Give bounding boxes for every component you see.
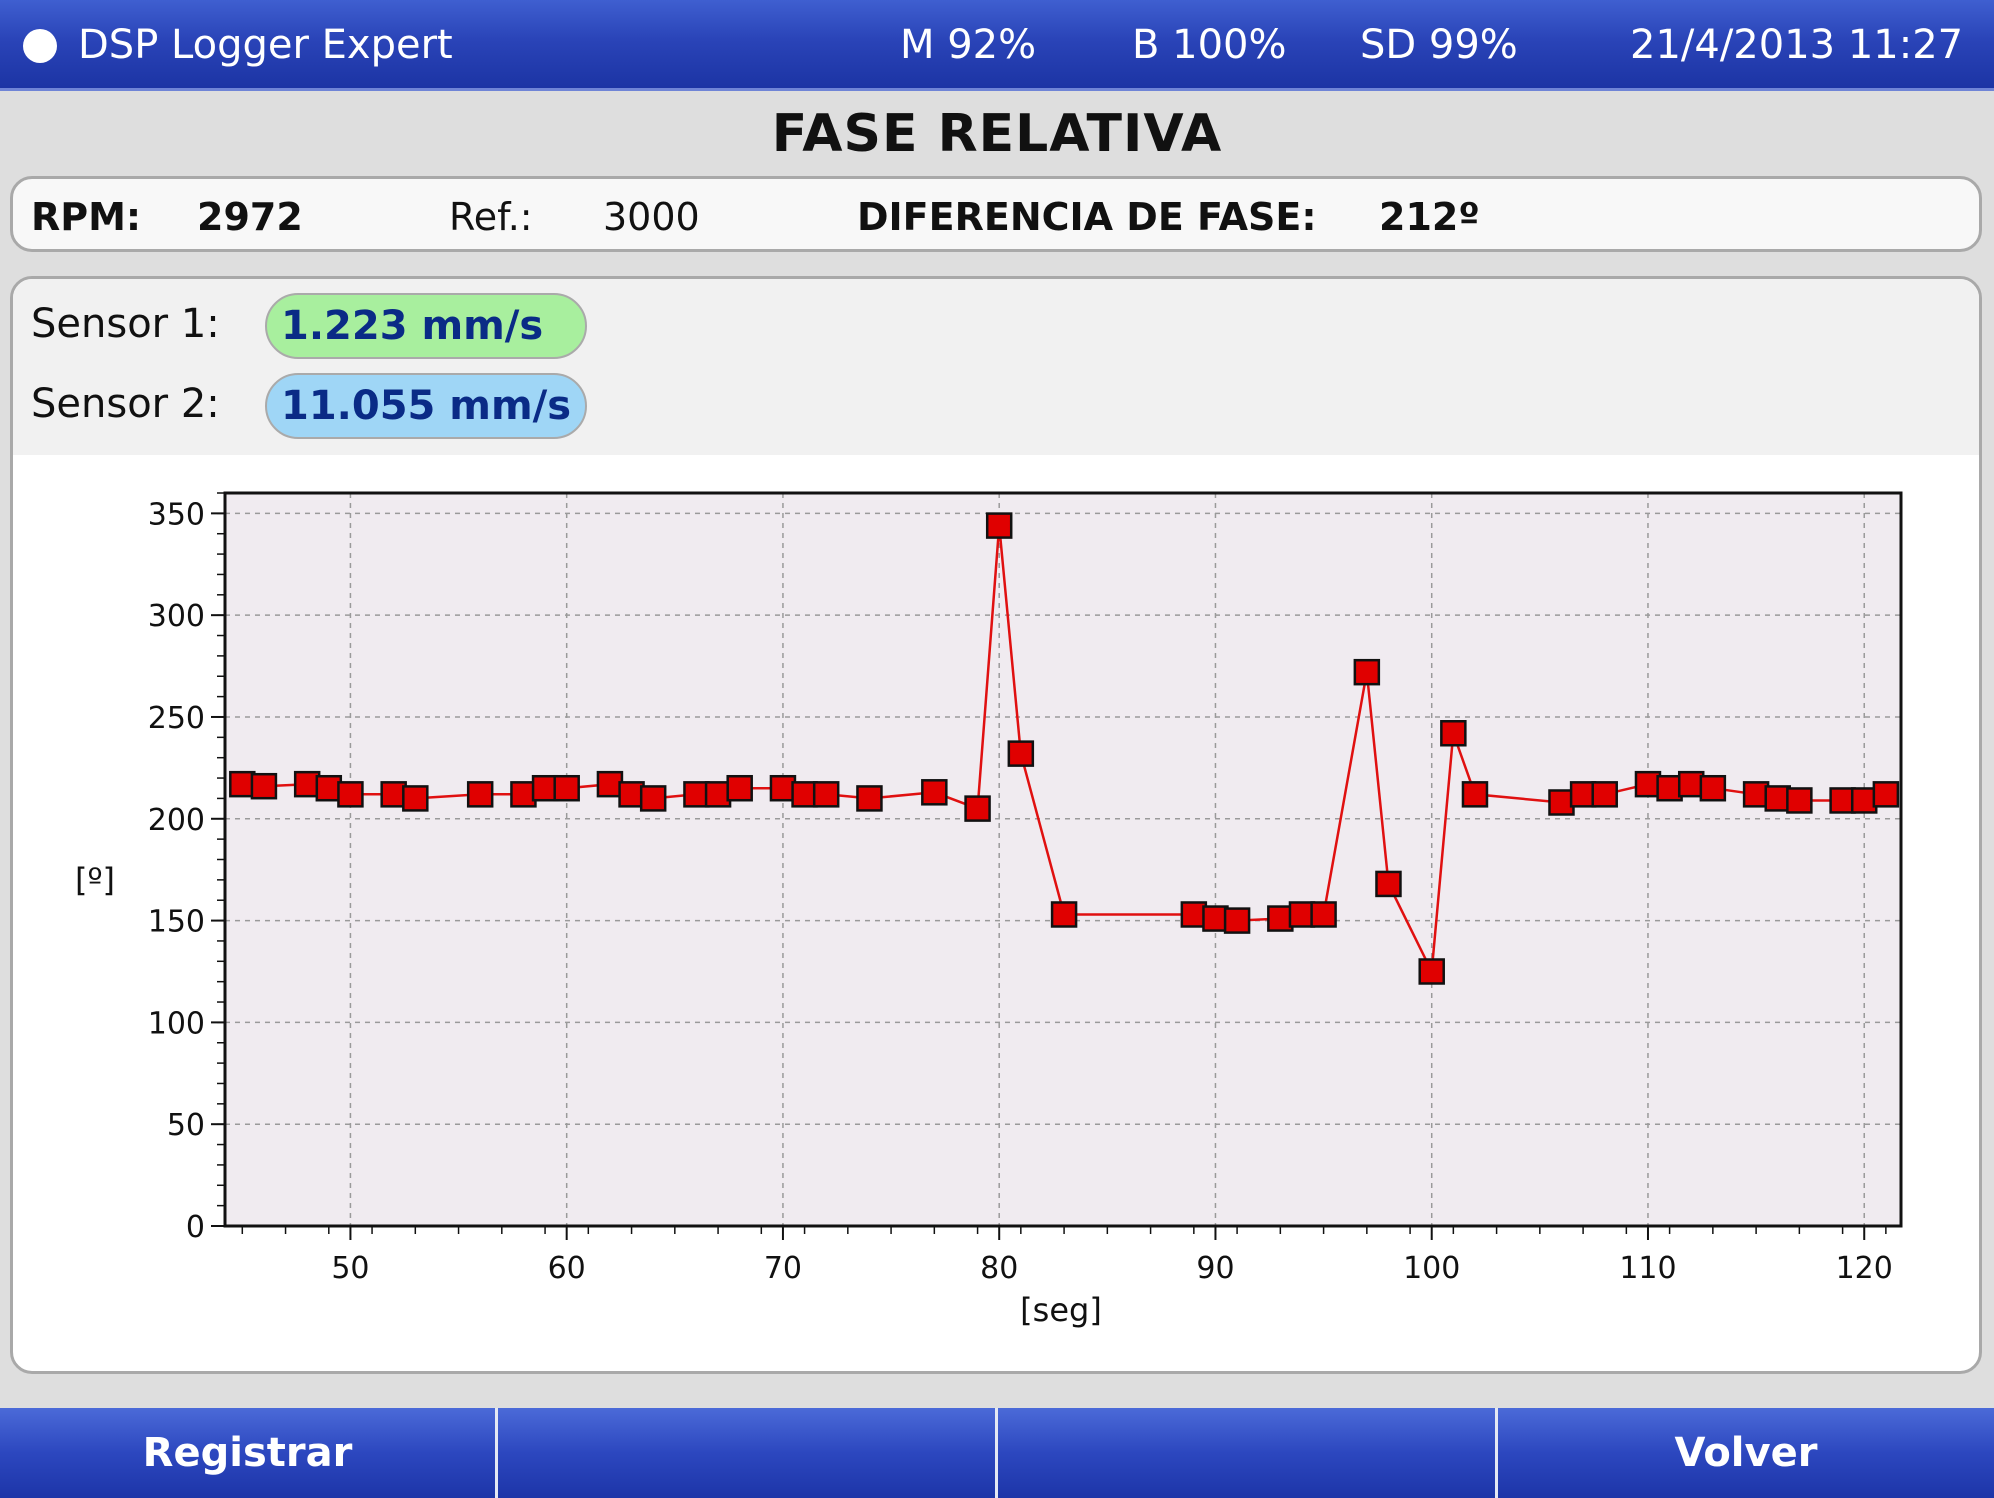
y-tick-label: 50 bbox=[167, 1108, 205, 1143]
x-tick-label: 120 bbox=[1836, 1251, 1893, 1286]
y-tick-label: 150 bbox=[148, 905, 205, 940]
x-tick-label: 100 bbox=[1403, 1251, 1460, 1286]
data-point bbox=[856, 785, 883, 812]
main-panel: Sensor 1: 1.223 mm/s Sensor 2: 11.055 mm… bbox=[10, 276, 1982, 1374]
y-tick-label: 0 bbox=[186, 1210, 205, 1245]
y-tick-label: 350 bbox=[148, 497, 205, 532]
x-tick-label: 90 bbox=[1196, 1251, 1234, 1286]
data-point bbox=[1591, 781, 1618, 808]
datetime: 21/4/2013 11:27 bbox=[1630, 22, 1964, 68]
data-point bbox=[985, 512, 1013, 539]
phase-chart: 50 60 70 80 90 100 110 120 0 50 100 150 200 250 300 350… bbox=[75, 491, 1903, 1329]
status-dot-icon bbox=[23, 29, 57, 63]
plot-area bbox=[225, 493, 1901, 1226]
data-point bbox=[1786, 787, 1813, 814]
data-point bbox=[1050, 901, 1078, 928]
x-tick-label: 50 bbox=[331, 1251, 369, 1286]
info-panel: RPM: 2972 Ref.: 3000 DIFERENCIA DE FASE:… bbox=[10, 176, 1982, 252]
battery-status: B 100% bbox=[1132, 22, 1287, 68]
data-point bbox=[639, 785, 667, 812]
x-tick-label: 110 bbox=[1619, 1251, 1676, 1286]
memory-status: M 92% bbox=[900, 22, 1037, 68]
blank-button-3[interactable] bbox=[998, 1408, 1498, 1498]
data-point bbox=[250, 772, 278, 800]
sd-status: SD 99% bbox=[1360, 22, 1518, 68]
y-axis-label: [º] bbox=[75, 861, 115, 899]
x-tick-label: 60 bbox=[548, 1251, 586, 1286]
phase-diff-value: 212º bbox=[1379, 195, 1480, 239]
data-point bbox=[553, 774, 580, 802]
rpm-label: RPM: bbox=[31, 195, 142, 239]
x-tick-label: 70 bbox=[764, 1251, 802, 1286]
data-point bbox=[1353, 658, 1381, 686]
y-tick-label: 300 bbox=[148, 599, 205, 634]
data-point bbox=[337, 781, 364, 808]
app-name: DSP Logger Expert bbox=[78, 22, 453, 68]
x-tick-label: 80 bbox=[980, 1251, 1018, 1286]
rpm-value: 2972 bbox=[197, 195, 303, 239]
x-axis-label: [seg] bbox=[1020, 1291, 1102, 1329]
data-point bbox=[726, 774, 753, 802]
device-screen: DSP Logger Expert M 92% B 100% SD 99% 21… bbox=[0, 0, 1994, 1498]
data-point bbox=[1699, 774, 1727, 802]
ref-label: Ref.: bbox=[449, 195, 533, 239]
data-point bbox=[1310, 901, 1337, 928]
data-point bbox=[1461, 781, 1489, 808]
phase-diff-label: DIFERENCIA DE FASE: bbox=[857, 195, 1317, 239]
y-tick-label: 200 bbox=[148, 803, 205, 838]
data-point bbox=[402, 785, 429, 812]
data-point bbox=[1007, 740, 1035, 767]
blank-button-2[interactable] bbox=[498, 1408, 998, 1498]
data-point bbox=[1872, 781, 1900, 808]
data-point bbox=[466, 781, 494, 808]
title-bar: DSP Logger Expert M 92% B 100% SD 99% 21… bbox=[0, 0, 1994, 91]
page-title: FASE RELATIVA bbox=[771, 104, 1223, 164]
data-point bbox=[964, 795, 991, 822]
data-point bbox=[1375, 870, 1402, 898]
data-point bbox=[1440, 720, 1467, 747]
registrar-button[interactable]: Registrar bbox=[0, 1408, 498, 1498]
data-point bbox=[812, 781, 840, 808]
ref-value: 3000 bbox=[603, 195, 700, 239]
data-point bbox=[1418, 958, 1445, 985]
y-tick-label: 100 bbox=[148, 1006, 205, 1041]
volver-button[interactable]: Volver bbox=[1498, 1408, 1994, 1498]
data-point bbox=[1223, 907, 1251, 934]
data-point bbox=[921, 779, 948, 806]
y-tick-label: 250 bbox=[148, 701, 205, 736]
